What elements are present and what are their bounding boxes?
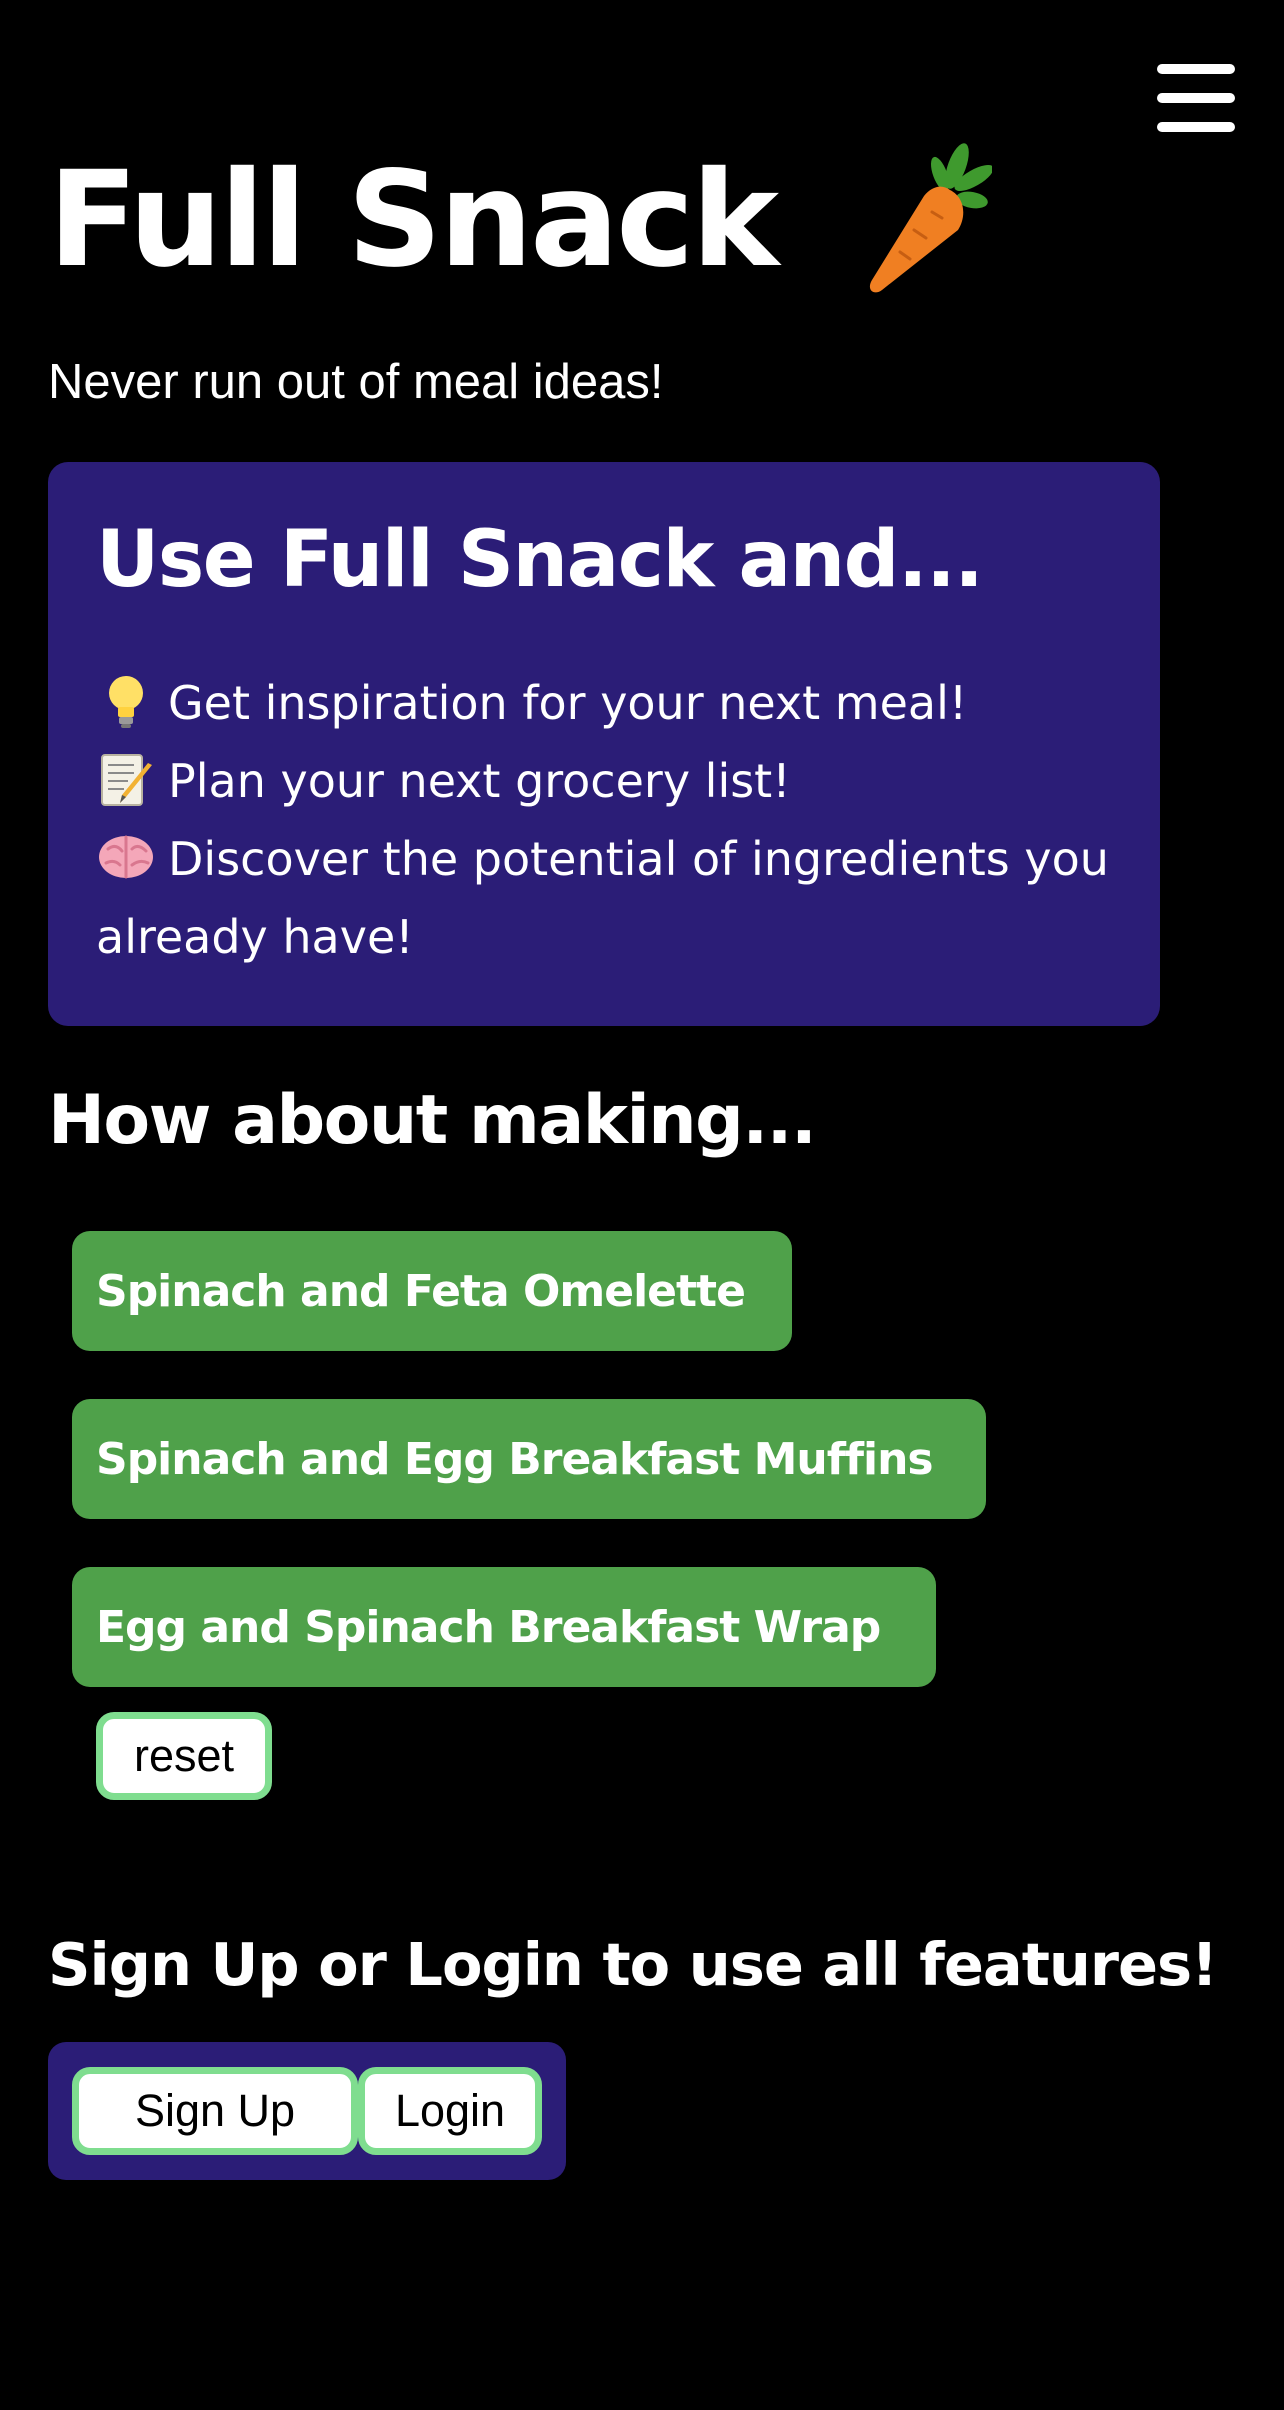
tagline: Never run out of meal ideas! [48,355,664,409]
hamburger-menu-icon[interactable] [1157,62,1235,134]
signup-button[interactable]: Sign Up [72,2067,358,2155]
benefit-text: Plan your next grocery list! [168,754,791,808]
menu-bar-line [1157,93,1235,103]
reset-button[interactable]: reset [96,1712,272,1800]
memo-icon [101,754,152,806]
recipe-suggestion-button[interactable]: Spinach and Feta Omelette [72,1231,792,1351]
benefit-item: Get inspiration for your next meal! [96,664,1146,742]
auth-prompt-heading: Sign Up or Login to use all features! [48,1930,1218,1999]
benefit-item: Discover the potential of ingredients yo… [96,820,1146,976]
app-title: Full Snack [48,143,779,297]
menu-bar-line [1157,122,1235,132]
suggestions-heading: How about making... [48,1081,817,1160]
carrot-icon [869,143,992,293]
recipe-suggestion-button[interactable]: Egg and Spinach Breakfast Wrap [72,1567,936,1687]
recipe-suggestion-button[interactable]: Spinach and Egg Breakfast Muffins [72,1399,986,1519]
brain-icon [99,835,153,879]
lightbulb-icon [109,676,143,728]
benefit-list: Get inspiration for your next meal! Plan… [96,664,1146,976]
benefit-text: Get inspiration for your next meal! [168,676,968,730]
feature-card-heading: Use Full Snack and... [96,515,984,605]
benefit-item: Plan your next grocery list! [96,742,1146,820]
benefit-text: Discover the potential of ingredients yo… [96,832,1109,964]
feature-card: Use Full Snack and... Get inspiration fo… [48,462,1160,1026]
login-button[interactable]: Login [358,2067,542,2155]
menu-bar-line [1157,64,1235,74]
auth-panel: Sign Up Login [48,2042,566,2180]
